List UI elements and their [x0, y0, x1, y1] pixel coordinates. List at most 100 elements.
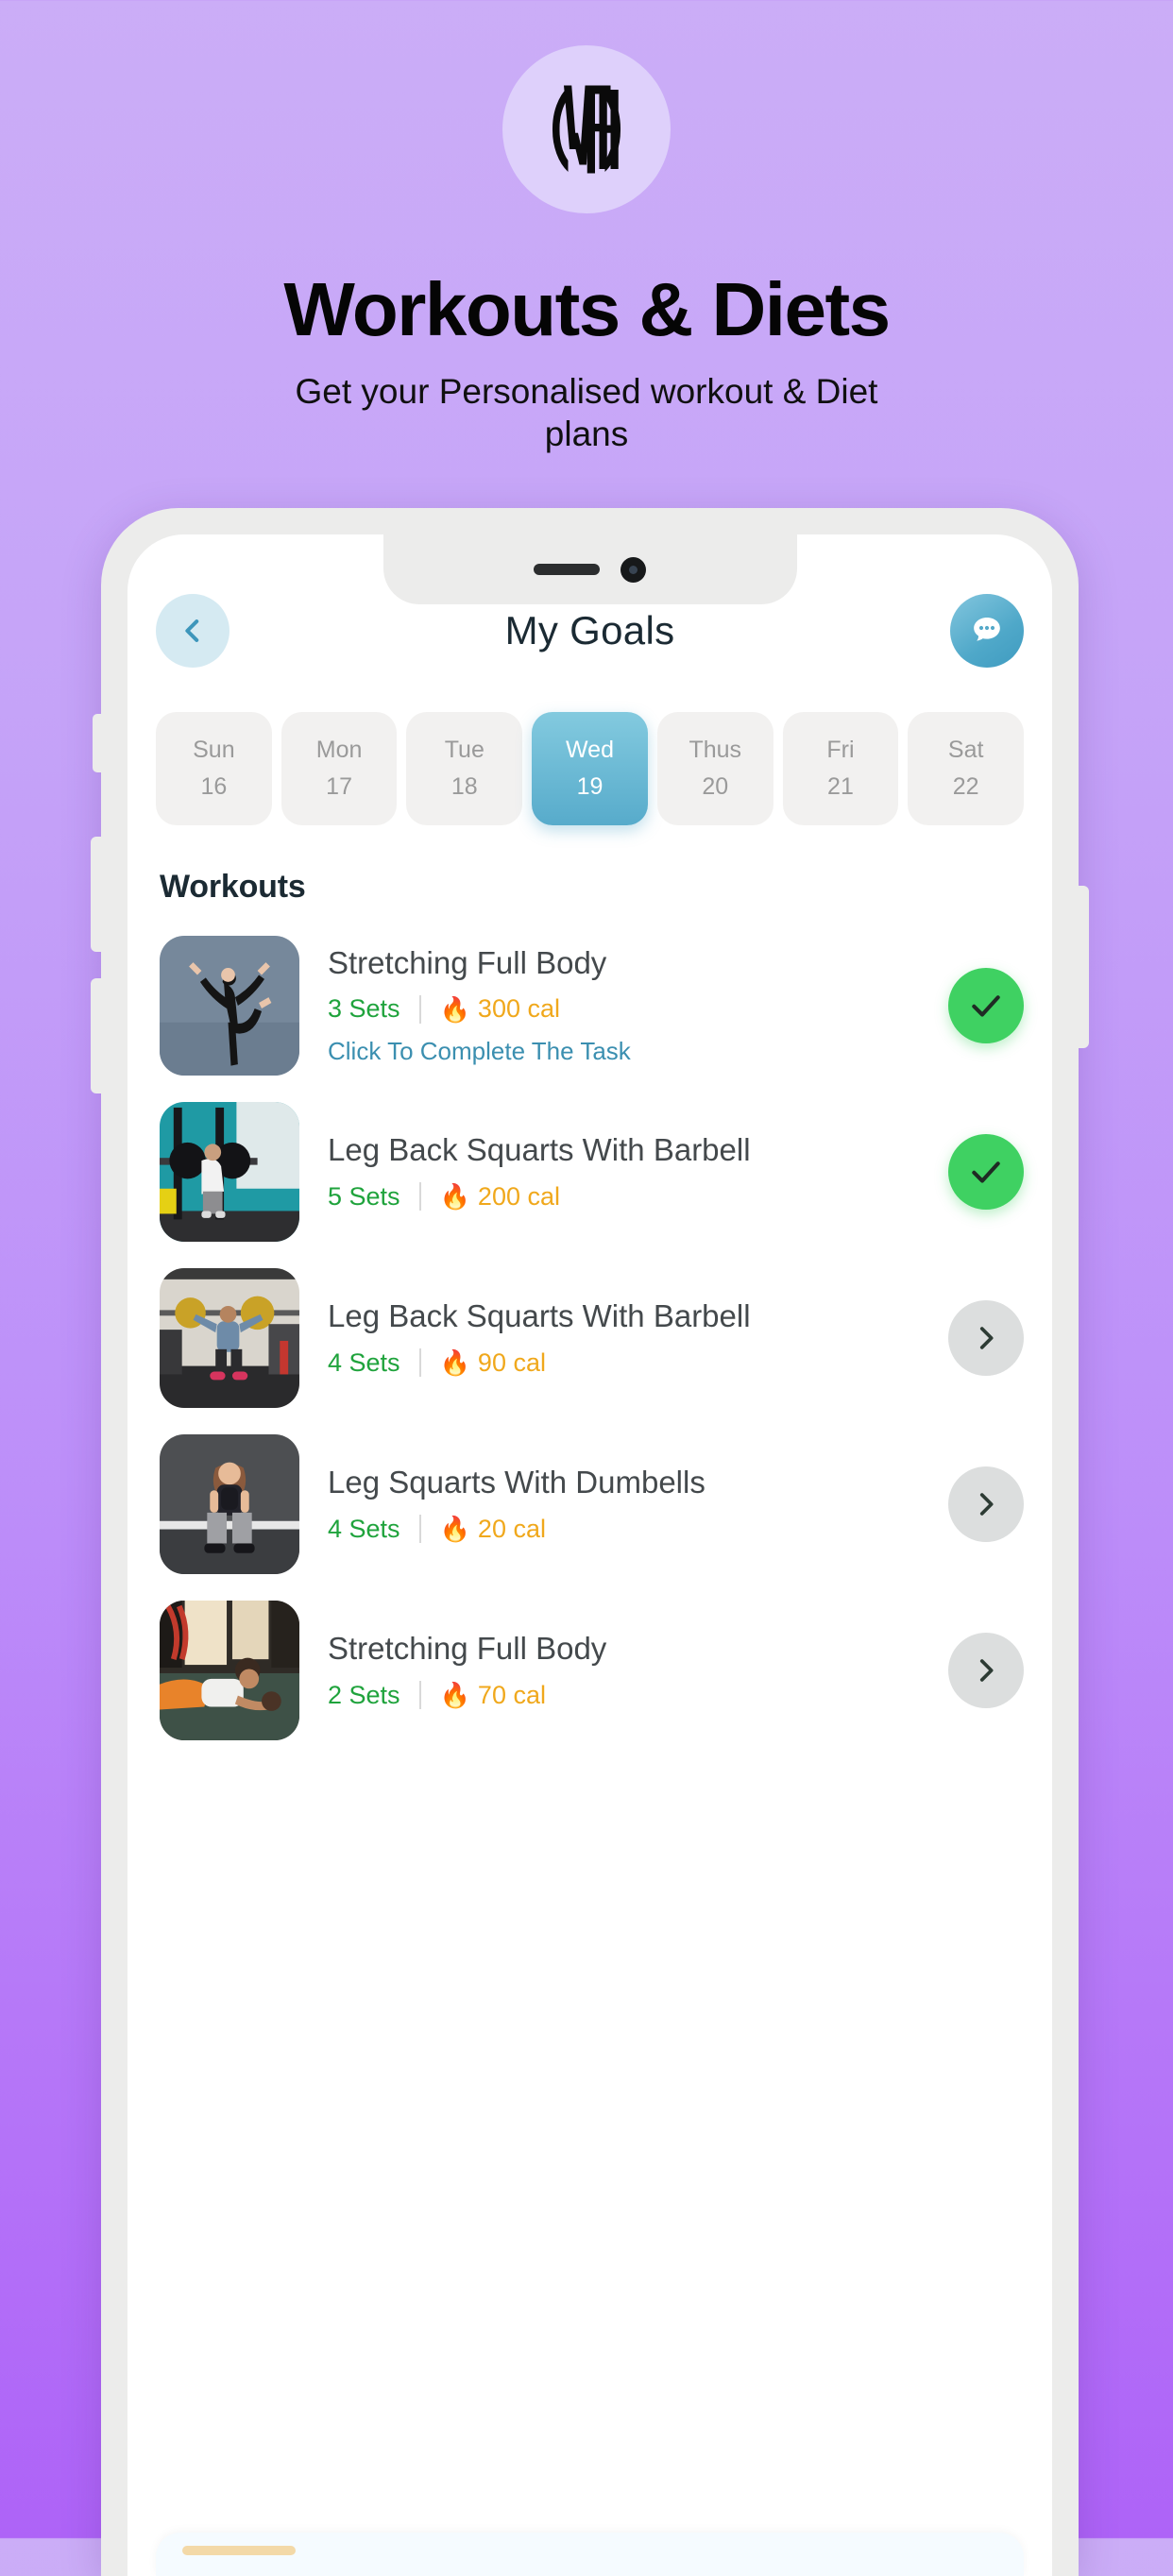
day-pill-number: 19	[576, 773, 604, 800]
workout-list-item[interactable]: Stretching Full Body 3 Sets 🔥 300 cal Cl…	[156, 923, 1024, 1089]
workout-thumbnail	[160, 1102, 299, 1242]
meta-divider	[418, 1348, 421, 1378]
wfh-monogram-logo-icon	[552, 85, 621, 174]
workout-info: Stretching Full Body 3 Sets 🔥 300 cal Cl…	[328, 945, 920, 1067]
day-pill-number: 20	[702, 773, 729, 800]
woman-goblet-squat-gray-image	[160, 1434, 299, 1574]
day-pill-number: 17	[326, 773, 352, 800]
chevron-right-icon	[979, 1327, 994, 1349]
flame-icon: 🔥	[439, 1348, 470, 1378]
workout-open-button[interactable]	[948, 1300, 1024, 1376]
workout-meta: 4 Sets 🔥 90 cal	[328, 1348, 920, 1378]
chat-button[interactable]	[950, 594, 1024, 668]
day-pill-fri[interactable]: Fri 21	[782, 712, 899, 825]
day-pill-label: Tue	[444, 737, 484, 763]
check-icon	[972, 995, 1000, 1017]
meta-divider	[418, 1182, 421, 1212]
complete-task-hint[interactable]: Click To Complete The Task	[328, 1037, 920, 1066]
hero-subtitle: Get your Personalised workout & Diet pla…	[295, 372, 878, 454]
day-pill-number: 18	[450, 773, 478, 800]
day-selector[interactable]: Sun 16 Mon 17 Tue 18 Wed 19 Thus 20 Fri …	[156, 712, 1025, 825]
page-title: My Goals	[504, 608, 675, 652]
workout-list-item[interactable]: Leg Back Squarts With Barbell 5 Sets 🔥 2…	[156, 1089, 1024, 1255]
day-pill-sun[interactable]: Sun 16	[156, 712, 272, 825]
workout-list-item[interactable]: Stretching Full Body 2 Sets 🔥 70 cal	[156, 1587, 1024, 1754]
workout-calories: 300 cal	[477, 994, 560, 1024]
workout-sets: 4 Sets	[328, 1514, 400, 1543]
day-pill-mon[interactable]: Mon 17	[280, 712, 398, 825]
meta-divider	[418, 1681, 421, 1710]
workout-info: Leg Back Squarts With Barbell 5 Sets 🔥 2…	[328, 1132, 920, 1212]
peek-accent-bar	[182, 2546, 296, 2555]
phone-volume-up-button[interactable]	[91, 837, 103, 952]
workout-complete-button[interactable]	[948, 968, 1024, 1043]
day-pill-label: Thus	[688, 737, 742, 763]
day-pill-number: 22	[952, 773, 979, 800]
chevron-right-icon	[979, 1493, 994, 1516]
workout-sets: 4 Sets	[328, 1347, 400, 1377]
workout-info: Leg Back Squarts With Barbell 4 Sets 🔥 9…	[328, 1298, 920, 1378]
workout-list: Stretching Full Body 3 Sets 🔥 300 cal Cl…	[156, 923, 1024, 1754]
chevron-left-icon	[185, 619, 199, 642]
workout-open-button[interactable]	[948, 1633, 1024, 1708]
bottom-peek-card[interactable]	[156, 2533, 1024, 2576]
workout-complete-button[interactable]	[948, 1134, 1024, 1210]
meta-divider	[418, 994, 421, 1024]
workout-name: Stretching Full Body	[328, 1631, 607, 1667]
back-button[interactable]	[156, 594, 230, 668]
workout-meta: 4 Sets 🔥 20 cal	[328, 1515, 920, 1544]
workout-sets: 5 Sets	[328, 1181, 400, 1211]
day-pill-label: Fri	[826, 737, 855, 763]
chevron-right-icon	[979, 1659, 994, 1682]
workout-name: Stretching Full Body	[328, 944, 607, 980]
barbell-squat-rack-teal-image	[160, 1102, 299, 1242]
flame-icon: 🔥	[439, 1515, 470, 1544]
day-pill-label: Sun	[193, 737, 235, 763]
workout-name: Leg Back Squarts With Barbell	[328, 1298, 751, 1334]
floor-stretch-roller-image	[160, 1601, 299, 1740]
phone-mockup: My Goals Sun 16 Mon 17 Tue 18 Wed 19 Thu…	[91, 508, 1089, 2576]
workout-list-item[interactable]: Leg Back Squarts With Barbell 4 Sets 🔥 9…	[156, 1255, 1024, 1421]
day-pill-label: Wed	[566, 737, 614, 763]
workout-calories: 70 cal	[477, 1680, 546, 1709]
garage-gym-overhead-squat-image	[160, 1268, 299, 1408]
day-pill-tue[interactable]: Tue 18	[406, 712, 523, 825]
workout-open-button[interactable]	[948, 1466, 1024, 1542]
meta-divider	[418, 1515, 421, 1544]
chat-bubble-dots-icon	[974, 618, 1000, 641]
phone-notch	[382, 534, 797, 604]
phone-volume-down-button[interactable]	[91, 978, 103, 1093]
workout-list-item[interactable]: Leg Squarts With Dumbells 4 Sets 🔥 20 ca…	[156, 1421, 1024, 1587]
workout-info: Leg Squarts With Dumbells 4 Sets 🔥 20 ca…	[328, 1465, 920, 1544]
workout-thumbnail	[160, 1434, 299, 1574]
phone-screen: My Goals Sun 16 Mon 17 Tue 18 Wed 19 Thu…	[128, 534, 1052, 2576]
day-pill-sat[interactable]: Sat 22	[908, 712, 1025, 825]
workout-thumbnail	[160, 936, 299, 1076]
check-icon	[972, 1161, 1000, 1183]
workout-sets: 3 Sets	[328, 994, 400, 1024]
phone-power-button[interactable]	[1077, 886, 1089, 1048]
workout-name: Leg Back Squarts With Barbell	[328, 1132, 751, 1168]
workout-calories: 200 cal	[477, 1181, 560, 1211]
day-pill-label: Mon	[315, 737, 363, 763]
flame-icon: 🔥	[439, 994, 470, 1024]
day-pill-thu[interactable]: Thus 20	[656, 712, 774, 825]
earpiece-speaker-icon	[534, 564, 600, 575]
phone-silent-switch[interactable]	[93, 714, 103, 772]
hero-section: Workouts & Diets Get your Personalised w…	[0, 0, 1173, 455]
flame-icon: 🔥	[439, 1182, 470, 1212]
app-screen: My Goals Sun 16 Mon 17 Tue 18 Wed 19 Thu…	[128, 534, 1052, 2576]
workout-meta: 3 Sets 🔥 300 cal	[328, 994, 920, 1024]
workout-calories: 90 cal	[477, 1347, 546, 1377]
day-pill-label: Sat	[947, 737, 984, 763]
hero-title: Workouts & Diets	[283, 267, 891, 351]
day-pill-wed-selected[interactable]: Wed 19	[532, 712, 648, 825]
workout-name: Leg Squarts With Dumbells	[328, 1465, 706, 1500]
workout-sets: 2 Sets	[328, 1680, 400, 1709]
workout-info: Stretching Full Body 2 Sets 🔥 70 cal	[328, 1631, 920, 1710]
day-pill-number: 16	[200, 773, 228, 800]
section-title-workouts: Workouts	[160, 869, 306, 905]
flame-icon: 🔥	[439, 1681, 470, 1710]
workout-calories: 20 cal	[477, 1514, 546, 1543]
workout-thumbnail	[160, 1601, 299, 1740]
